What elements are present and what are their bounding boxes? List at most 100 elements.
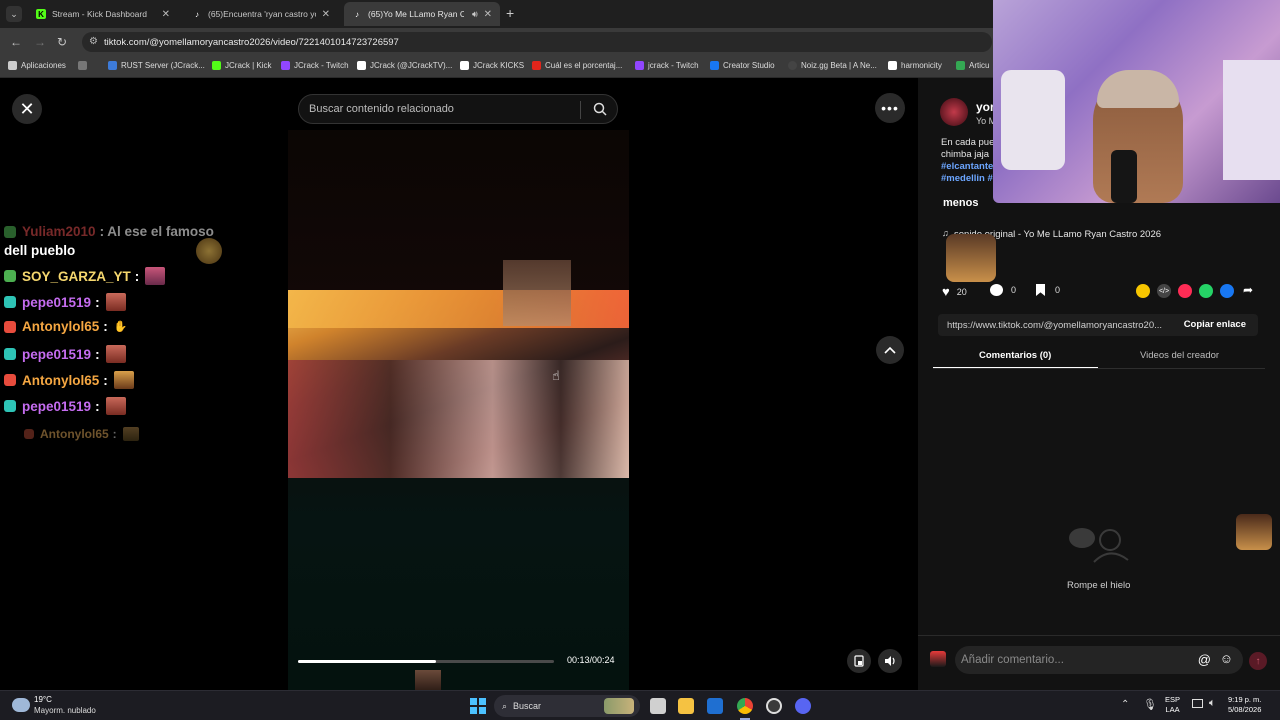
kick-icon: K	[36, 9, 46, 19]
bookmark-articu[interactable]: Articu	[956, 61, 989, 70]
video-progress-bar[interactable]	[298, 660, 554, 663]
copy-link-button[interactable]: Copiar enlace	[1184, 319, 1246, 330]
heart-icon: ♥	[942, 284, 950, 299]
rust-icon	[108, 61, 117, 70]
input-language[interactable]: ESP LAA	[1165, 695, 1180, 715]
video-time: 00:13/00:24	[567, 655, 615, 665]
weather-desc[interactable]: Mayorm. nublado	[34, 706, 96, 715]
creator-avatar[interactable]	[940, 98, 968, 126]
tray-chevron-icon[interactable]: ⌃	[1121, 699, 1129, 710]
close-tab-icon[interactable]: ✕	[316, 9, 330, 20]
chat-username: SOY_GARZA_YT	[22, 268, 131, 284]
bookmark-jcrack-x[interactable]: JCrack (@JCrackTV)...	[357, 61, 452, 70]
related-search-input[interactable]: Buscar contenido relacionado	[298, 94, 618, 124]
tab-tiktok-search[interactable]: ♪ (65)Encuentra 'ryan castro yo m ✕	[184, 2, 338, 26]
hashtag-link[interactable]: #elcantante	[941, 161, 993, 172]
coin-share-icon[interactable]	[1136, 284, 1150, 298]
microphone-icon[interactable]: 🎙︎	[1143, 698, 1157, 711]
tab-kick-dashboard[interactable]: K Stream - Kick Dashboard ✕	[28, 2, 178, 26]
bookmark-jcrack-twitch[interactable]: JCrack - Twitch	[281, 61, 349, 70]
share-arrow-icon[interactable]: ➦	[1243, 283, 1253, 297]
mail-icon[interactable]	[707, 698, 723, 714]
send-to-friends-icon[interactable]	[1178, 284, 1192, 298]
description-line-2: chimba jaja	[941, 149, 990, 160]
video-frame[interactable]	[288, 260, 629, 478]
tab-title: (65)Yo Me LLamo Ryan Castr	[368, 9, 464, 19]
bookmark-creator-studio[interactable]: Creator Studio	[710, 61, 775, 70]
site-info-icon[interactable]: ⚙︎	[89, 36, 98, 47]
post-comment-button[interactable]: ↑	[1249, 652, 1267, 670]
url-field[interactable]: ⚙︎ tiktok.com/@yomellamoryancastro2026/v…	[82, 32, 992, 52]
tab-comments[interactable]: Comentarios (0)	[979, 350, 1051, 361]
comment-count: 0	[1011, 285, 1017, 295]
reload-icon[interactable]: ↻	[57, 35, 67, 49]
search-icon[interactable]	[593, 102, 607, 116]
taskbar-search[interactable]: ⌕ Buscar	[494, 695, 640, 717]
weather-temp[interactable]: 19°C	[34, 695, 52, 704]
facebook-icon[interactable]	[1220, 284, 1234, 298]
hashtag-link[interactable]: #medellin #	[941, 173, 993, 184]
comment-input[interactable]: Añadir comentario... @ ☺	[955, 646, 1243, 674]
volume-button[interactable]	[878, 649, 902, 673]
chrome-icon[interactable]	[737, 698, 753, 714]
share-link-box[interactable]: https://www.tiktok.com/@yomellamoryancas…	[938, 314, 1258, 336]
bookmark-jcrack-kick[interactable]: JCrack | Kick	[212, 61, 272, 70]
forward-arrow-icon[interactable]: →	[34, 35, 46, 49]
sync-app-icon[interactable]	[766, 698, 782, 714]
tab-creator-videos[interactable]: Videos del creador	[1140, 350, 1219, 361]
clock[interactable]: 9:19 p. m. 5/08/2026	[1228, 695, 1261, 715]
chat-username: Antonylol65	[22, 319, 100, 334]
bottom-divider	[918, 635, 1280, 636]
overlay-face-sticker	[946, 234, 996, 282]
bookmark-tab-groups[interactable]	[78, 61, 91, 70]
comment-placeholder: Añadir comentario...	[961, 654, 1064, 666]
more-options-button[interactable]: •••	[875, 93, 905, 123]
bookmark-apps[interactable]: Aplicaciones	[8, 61, 66, 70]
new-tab-button[interactable]: +	[506, 5, 514, 21]
chat-badge-icon	[24, 429, 34, 439]
chat-text: dell pueblo	[4, 243, 76, 258]
video-frame-crowd	[288, 360, 629, 478]
bookmark-jcrack-twitch-2[interactable]: jcrack - Twitch	[635, 61, 699, 70]
taskbar-search-label: Buscar	[513, 701, 542, 711]
floating-player-button[interactable]	[847, 649, 871, 673]
display-icon[interactable]	[1192, 699, 1203, 708]
embed-code-icon[interactable]: </>	[1157, 284, 1171, 298]
whatsapp-icon[interactable]	[1199, 284, 1213, 298]
bookmark-harmonicity[interactable]: harmonicity	[888, 61, 942, 70]
chat-message: Antonylol65 : ✋	[4, 319, 127, 334]
overlay-face-image	[503, 260, 571, 326]
show-less-link[interactable]: menos	[943, 197, 978, 209]
bookmark-rust-server[interactable]: RUST Server (JCrack...	[108, 61, 205, 70]
close-tab-icon[interactable]: ✕	[478, 9, 492, 20]
speaker-icon[interactable]: 🔈︎	[1209, 697, 1216, 710]
tiktok-icon: ♪	[355, 9, 359, 19]
chat-username: pepe01519	[22, 398, 92, 414]
close-tab-icon[interactable]: ✕	[156, 9, 170, 20]
video-progress-fill	[298, 660, 437, 663]
close-button[interactable]: ✕	[12, 94, 42, 124]
file-explorer-icon[interactable]	[678, 698, 694, 714]
emoji-icon[interactable]: ☺	[1220, 651, 1233, 666]
comment-button[interactable]: 0	[990, 284, 1016, 296]
bookmark-jcrack-kicks[interactable]: JCrack KICKS	[460, 61, 524, 70]
previous-video-button[interactable]	[876, 336, 904, 364]
apps-grid-icon	[8, 61, 17, 70]
bookmark-porcentaje[interactable]: Cuál es el porcentaj...	[532, 61, 622, 70]
like-button[interactable]: ♥ 20	[942, 284, 967, 299]
tab-search-chevron-icon[interactable]: ⌄	[6, 6, 22, 22]
gaming-chair	[1001, 70, 1065, 170]
tab-tiktok-video[interactable]: ♪ (65)Yo Me LLamo Ryan Castr 🔊︎ ✕	[344, 2, 500, 26]
user-avatar[interactable]	[930, 651, 946, 667]
chat-emote: ✋	[113, 321, 128, 333]
chat-badge-icon	[4, 348, 16, 360]
task-view-icon[interactable]	[650, 698, 666, 714]
chat-username: pepe01519	[22, 346, 92, 362]
bookmark-noiz[interactable]: Noiz.gg Beta | A Ne...	[788, 61, 877, 70]
discord-icon[interactable]	[795, 698, 811, 714]
start-button[interactable]	[470, 698, 486, 714]
tiktok-icon: ♪	[195, 9, 199, 19]
save-button[interactable]: 0	[1036, 284, 1060, 296]
back-arrow-icon[interactable]: ←	[10, 35, 22, 49]
mention-icon[interactable]: @	[1198, 652, 1211, 667]
